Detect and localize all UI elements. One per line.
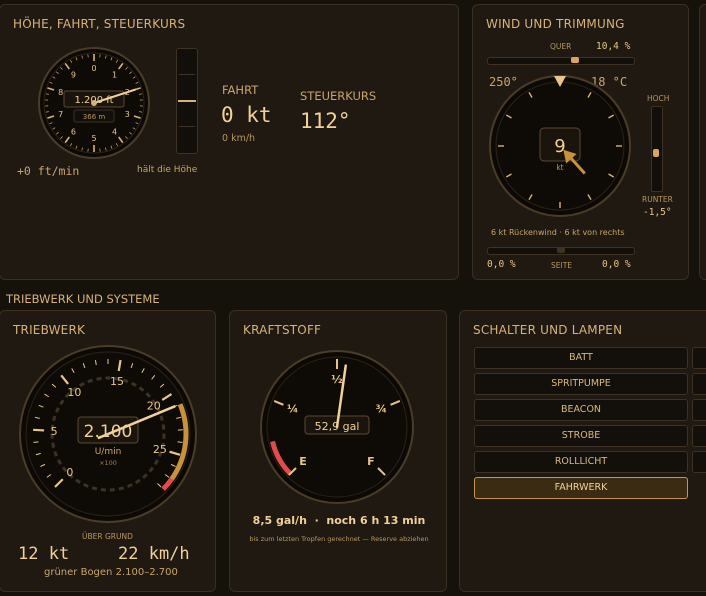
panel-title-engine: TRIEBWERK [13, 323, 86, 337]
altimeter-number: 5 [91, 134, 96, 143]
trim-down-label: RUNTER [642, 195, 673, 204]
altimeter-number: 4 [112, 127, 117, 136]
panel-title-fuel: KRAFTSTOFF [243, 323, 322, 337]
ground-speed-kmh: 22 km/h [118, 544, 190, 564]
fuel-mark: ½ [331, 373, 342, 386]
vsi-marker [178, 100, 196, 102]
quer-slider-thumb[interactable] [570, 57, 579, 63]
switch-strobe[interactable]: STROBE [474, 425, 688, 447]
switch-column2-3[interactable] [692, 425, 706, 447]
wind-speed-unit: kt [556, 163, 563, 172]
altitude-hold-status: hält die Höhe [137, 165, 198, 175]
rpm-number: 5 [51, 425, 58, 438]
speed-kt-readout: 0 kt [221, 103, 272, 127]
rpm-number: 0 [66, 466, 73, 479]
speed-label: FAHRT [222, 83, 259, 97]
seite-slider-thumb[interactable] [557, 247, 565, 253]
trim-slider[interactable] [651, 106, 663, 192]
fuel-gauge: E¼½¾F 52,9 gal [260, 350, 414, 504]
fuel-panel: KRAFTSTOFF E¼½¾F 52,9 gal 8,5 gal/h · no… [229, 310, 447, 592]
switch-column2-0[interactable] [692, 347, 706, 369]
switch-column2-4[interactable] [692, 451, 706, 473]
rpm-number: 20 [147, 399, 161, 412]
altimeter-number: 9 [71, 71, 76, 80]
ground-speed-label: ÜBER GRUND [82, 532, 133, 541]
altimeter-number: 3 [125, 110, 130, 119]
wind-speed: 9 [554, 136, 565, 157]
altimeter-number: 0 [91, 64, 96, 73]
switch-batt[interactable]: BATT [474, 347, 688, 369]
quer-slider[interactable] [487, 57, 635, 65]
rpm-multiplier: ×100 [99, 459, 117, 467]
altitude-m-readout: 366 m [83, 113, 106, 121]
rpm-unit: U/min [95, 447, 122, 457]
fuel-mark: F [367, 455, 375, 468]
engine-panel: TRIEBWERK 0 5 10 15 20 25 2.100 U/min ×100 ÜB… [0, 310, 216, 592]
switch-beacon[interactable]: BEACON [474, 399, 688, 421]
wind-trim-panel: WIND UND TRIMMUNG QUER 10,4 % 250° 18 °C… [472, 4, 689, 280]
quer-label: QUER [550, 42, 572, 51]
panel-title-altitude: HÖHE, FAHRT, STEUERKURS [13, 17, 186, 31]
switches-panel: SCHALTER UND LAMPEN BATT SPRITPUMPE BEACON… [459, 310, 706, 592]
altimeter-number: 7 [58, 110, 63, 119]
altitude-speed-heading-panel: HÖHE, FAHRT, STEUERKURS 0123456789 1.200… [0, 4, 459, 280]
rpm-tick [33, 428, 45, 432]
vertical-speed-readout: +0 ft/min [17, 164, 80, 178]
fuel-mark: ¼ [287, 403, 298, 416]
switch-spritpumpe[interactable]: SPRITPUMPE [474, 373, 688, 395]
green-arc-range: grüner Bogen 2.100–2.700 [44, 567, 178, 578]
heading-label: STEUERKURS [300, 89, 377, 103]
rpm-number: 25 [153, 443, 167, 456]
rpm-tick [33, 441, 39, 443]
rpm-readout: 2.100 [84, 422, 133, 442]
switch-column2-2[interactable] [692, 399, 706, 421]
trim-slider-thumb[interactable] [653, 148, 659, 157]
switch-column2-1[interactable] [692, 373, 706, 395]
ground-speed-kt: 12 kt [18, 544, 70, 564]
panel-title-switches: SCHALTER UND LAMPEN [473, 323, 623, 337]
speed-kmh-readout: 0 km/h [222, 133, 256, 144]
altimeter-number: 6 [71, 127, 76, 136]
altimeter-number: 1 [112, 71, 117, 80]
systems-section-title: TRIEBWERK UND SYSTEME [6, 292, 160, 306]
rpm-tick [177, 441, 183, 443]
rpm-number: 15 [110, 375, 124, 388]
fuel-flow: 8,5 gal/h · noch 6 h 13 min [252, 514, 426, 527]
seite-label: SEITE [551, 261, 573, 270]
seite-left-value: 0,0 % [487, 259, 516, 270]
altimeter-number: 8 [58, 88, 63, 97]
fuel-mark: ¾ [376, 403, 387, 416]
quer-value: 10,4 % [596, 41, 631, 52]
wind-components: 6 kt Rückenwind · 6 kt von rechts [491, 228, 625, 237]
switch-rolllicht[interactable]: ROLLLICHT [474, 451, 688, 473]
fuel-mark: E [299, 455, 307, 468]
vertical-speed-indicator [176, 48, 198, 154]
switch-fahrwerk[interactable]: FAHRWERK [474, 477, 688, 499]
seite-right-value: 0,0 % [602, 259, 631, 270]
heading-readout: 112° [300, 109, 351, 133]
seite-slider[interactable] [487, 247, 635, 255]
offscreen-panel-edge [699, 4, 706, 280]
trim-up-label: HOCH [647, 94, 670, 103]
rpm-number: 10 [67, 386, 81, 399]
fuel-note: bis zum letzten Tropfen gerechnet — Rese… [249, 535, 429, 543]
altimeter-gauge: 0123456789 1.200 ft 366 m [38, 47, 150, 159]
panel-title-wind: WIND UND TRIMMUNG [486, 17, 625, 31]
trim-value: -1,5° [643, 207, 672, 218]
wind-gauge: 9 kt [489, 75, 631, 217]
rpm-gauge: 0 5 10 15 20 25 2.100 U/min ×100 [19, 345, 197, 523]
